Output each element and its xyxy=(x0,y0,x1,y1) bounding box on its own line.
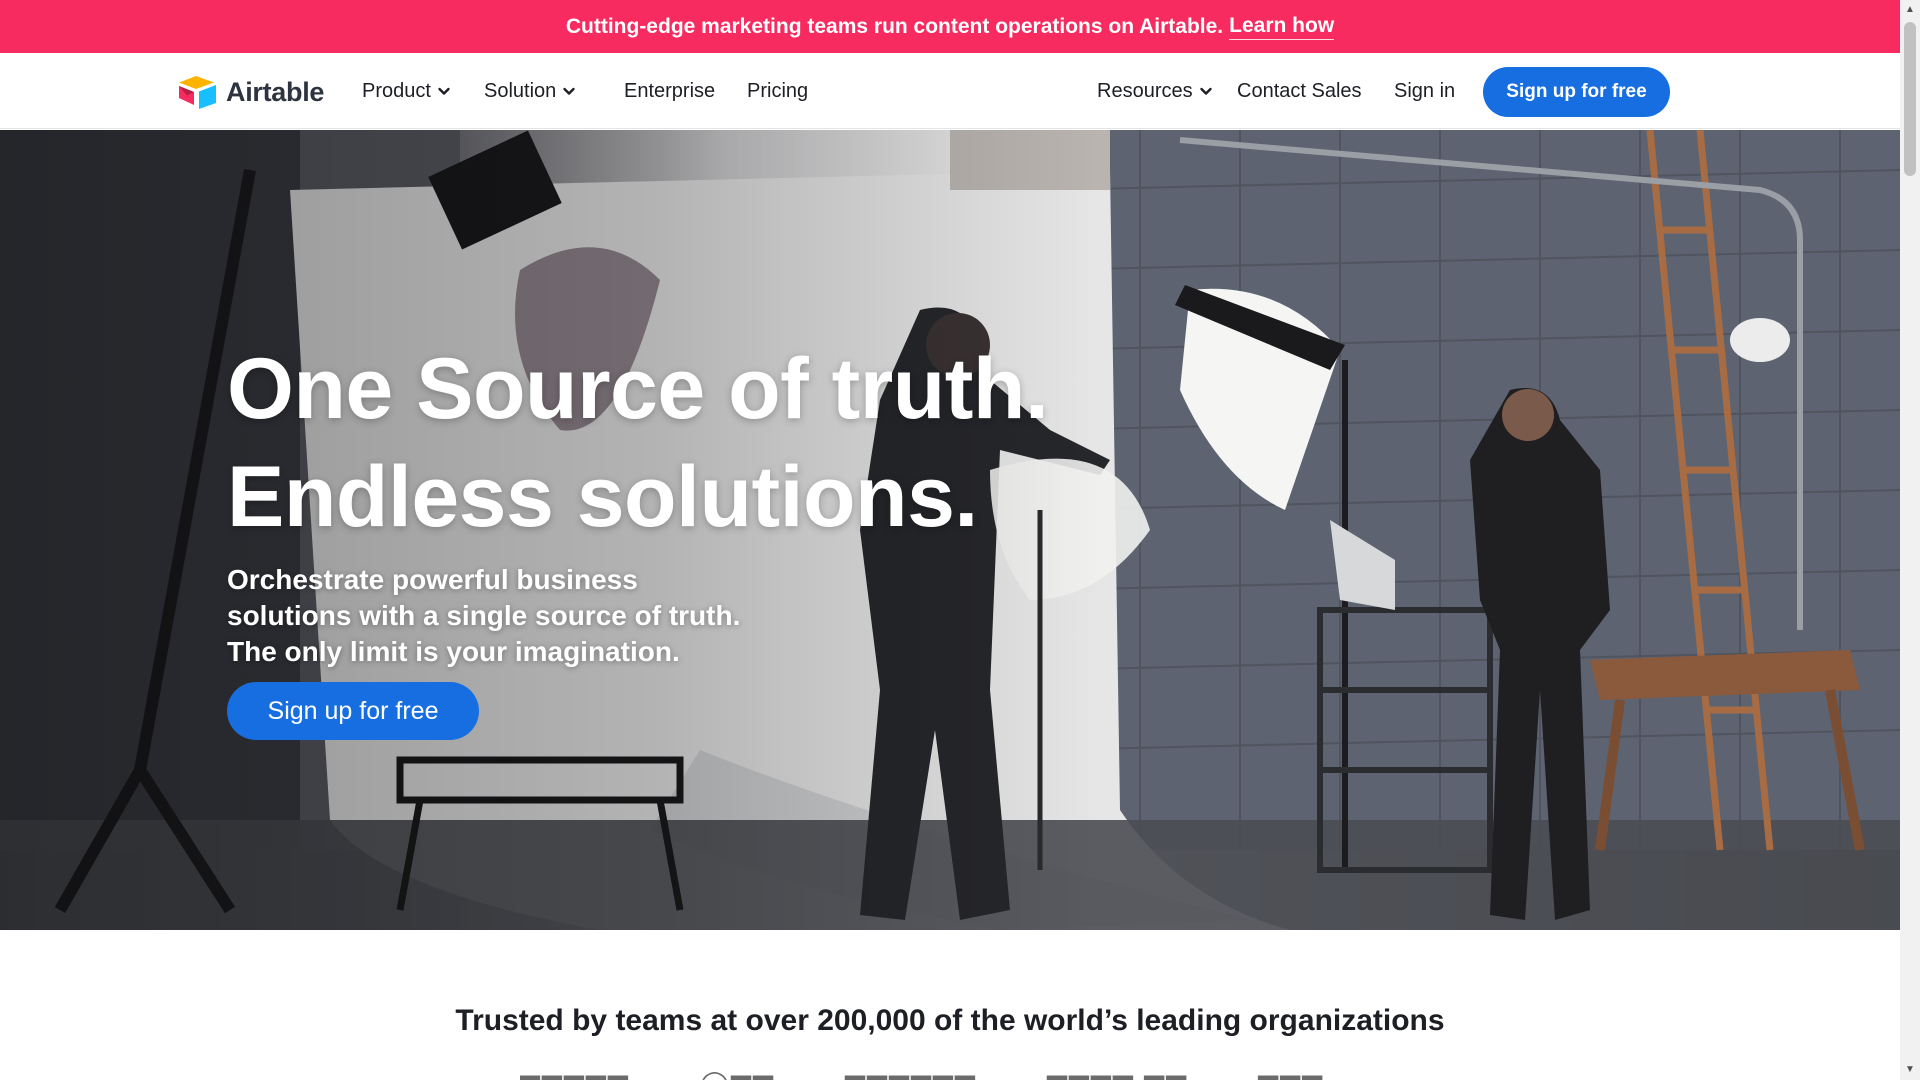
nav-product[interactable]: Product xyxy=(362,53,451,129)
scroll-up-arrow-icon[interactable]: ▲ xyxy=(1904,4,1916,16)
trusted-heading: Trusted by teams at over 200,000 of the … xyxy=(455,1004,1445,1037)
customer-logo: ▆▆▆ xyxy=(1258,1068,1324,1080)
hero-title-line-1: One Source of truth. xyxy=(227,341,1049,437)
customer-logo: ◯▆▆ xyxy=(700,1068,775,1080)
main-nav: Airtable Product Solution Enterprise Pri… xyxy=(0,53,1900,129)
scrollbar-thumb[interactable] xyxy=(1904,22,1916,176)
scroll-down-arrow-icon[interactable]: ▼ xyxy=(1904,1064,1916,1076)
banner-text: Cutting-edge marketing teams run content… xyxy=(565,14,1224,38)
hero-title: One Source of truth. Endless solutions. xyxy=(227,335,1227,551)
page-scrollbar[interactable]: ▲ ▼ xyxy=(1900,0,1920,1080)
nav-solution[interactable]: Solution xyxy=(484,53,576,129)
nav-enterprise[interactable]: Enterprise xyxy=(624,53,715,129)
chevron-down-icon xyxy=(1199,87,1212,95)
airtable-logo[interactable]: Airtable xyxy=(178,75,324,109)
announcement-banner: Cutting-edge marketing teams run content… xyxy=(0,0,1900,53)
nav-resources[interactable]: Resources xyxy=(1097,53,1213,129)
airtable-logo-icon xyxy=(179,76,216,109)
nav-product-label: Product xyxy=(362,79,431,102)
chevron-down-icon xyxy=(438,87,450,95)
customer-logo: ▆▆▆▆ ▆▆ xyxy=(1047,1068,1188,1080)
nav-solution-label: Solution xyxy=(484,79,557,102)
customer-logo: ▆▆▆▆▆ xyxy=(520,1068,630,1080)
customer-logo: ▆▆▆▆▆▆ xyxy=(845,1068,977,1080)
hero-signup-button[interactable]: Sign up for free xyxy=(227,682,479,740)
hero-subtitle: Orchestrate powerful business solutions … xyxy=(227,564,741,667)
logo-text: Airtable xyxy=(226,76,325,107)
hero-title-line-2: Endless solutions. xyxy=(227,449,978,545)
nav-resources-label: Resources xyxy=(1097,79,1193,102)
nav-contact-sales[interactable]: Contact Sales xyxy=(1237,53,1362,129)
customer-logos-strip: ▆▆▆▆▆ ◯▆▆ ▆▆▆▆▆▆ ▆▆▆▆ ▆▆ ▆▆▆ xyxy=(520,1068,1420,1080)
hero-section: One Source of truth. Endless solutions. … xyxy=(0,130,1900,930)
nav-signup-button[interactable]: Sign up for free xyxy=(1483,67,1670,117)
banner-learn-how-link[interactable]: Learn how xyxy=(1229,14,1335,40)
nav-sign-in[interactable]: Sign in xyxy=(1394,53,1455,129)
chevron-down-icon xyxy=(563,87,575,95)
nav-pricing[interactable]: Pricing xyxy=(747,53,808,129)
